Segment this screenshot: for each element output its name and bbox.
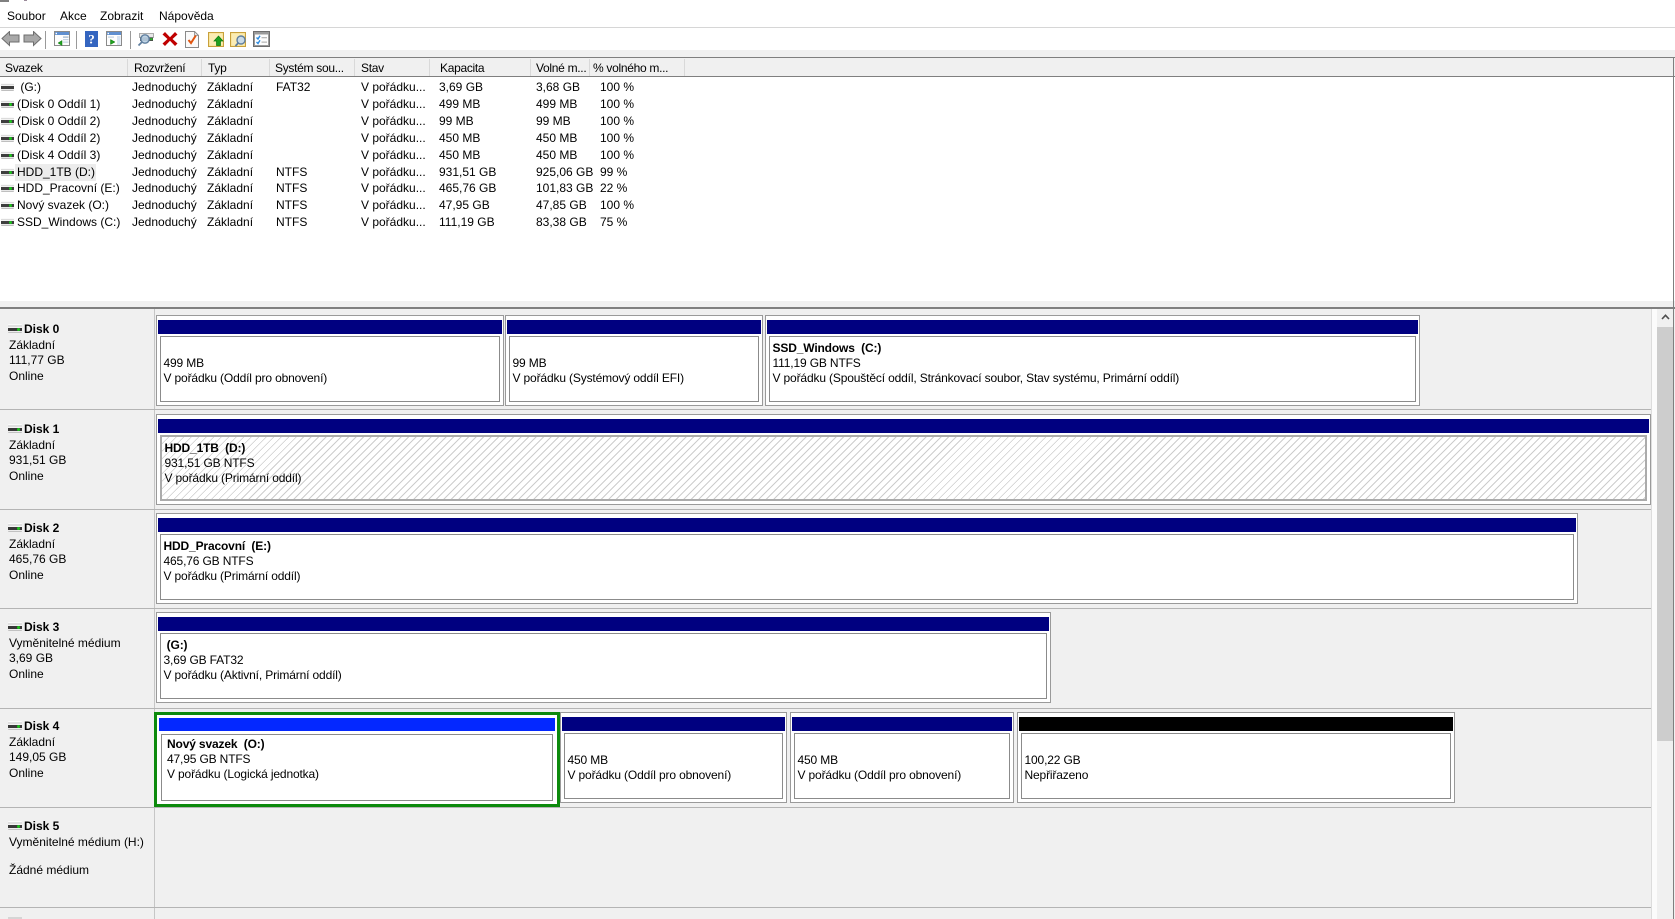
svg-text:?: ? bbox=[88, 32, 95, 47]
